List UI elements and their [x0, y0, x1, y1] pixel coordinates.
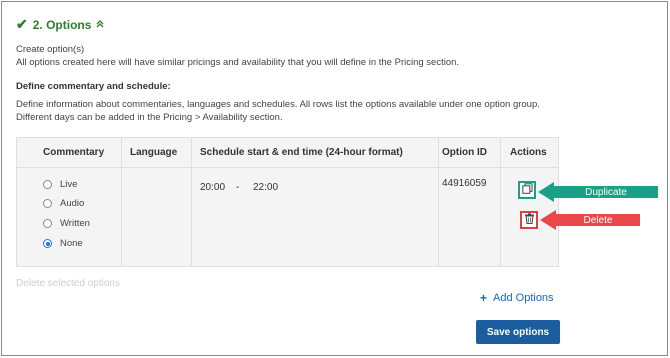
chevron-up-icon[interactable]	[96, 19, 104, 30]
delete-selected-options-link[interactable]: Delete selected options	[16, 278, 120, 289]
commentary-description: Define information about commentaries, l…	[16, 98, 540, 124]
commentary-heading: Define commentary and schedule:	[16, 81, 171, 92]
header-commentary: Commentary	[43, 147, 105, 158]
options-panel: ✔ 2. Options Create option(s) All option…	[1, 1, 668, 356]
schedule-start-time[interactable]: 20:00	[200, 182, 225, 193]
commentary-desc-line-1: Define information about commentaries, l…	[16, 99, 540, 110]
header-schedule: Schedule start & end time (24-hour forma…	[200, 147, 403, 158]
commentary-desc-line-2: Different days can be added in the Prici…	[16, 112, 283, 123]
add-options-link[interactable]: + Add Options	[480, 291, 554, 305]
radio-button[interactable]	[43, 219, 52, 228]
copy-icon	[521, 181, 533, 199]
header-option-id: Option ID	[442, 147, 487, 158]
intro-line-2: All options created here will have simil…	[16, 56, 460, 68]
duplicate-button[interactable]	[518, 181, 536, 199]
delete-button[interactable]	[520, 211, 538, 229]
header-language: Language	[130, 147, 178, 158]
commentary-radio-none[interactable]: None	[43, 238, 83, 249]
save-options-button[interactable]: Save options	[476, 320, 560, 344]
commentary-radio-audio[interactable]: Audio	[43, 198, 84, 209]
schedule-end-time[interactable]: 22:00	[253, 182, 278, 193]
commentary-radio-written[interactable]: Written	[43, 218, 90, 229]
radio-button-selected[interactable]	[43, 239, 52, 248]
commentary-radio-live[interactable]: Live	[43, 179, 77, 190]
duplicate-callout: Duplicate	[538, 182, 658, 202]
radio-label: Written	[60, 218, 90, 229]
options-table: Commentary Language Schedule start & end…	[16, 137, 559, 267]
schedule-separator: -	[236, 182, 240, 193]
duplicate-callout-label: Duplicate	[585, 186, 627, 198]
intro-line-1: Create option(s)	[16, 44, 85, 55]
add-options-label: Add Options	[493, 292, 554, 304]
delete-callout-label: Delete	[583, 214, 613, 226]
delete-callout: Delete	[540, 210, 640, 230]
section-header[interactable]: ✔ 2. Options	[16, 16, 104, 33]
radio-label: Audio	[60, 198, 85, 209]
radio-label: None	[60, 238, 83, 249]
intro-text: Create option(s) All options created her…	[16, 44, 459, 69]
radio-label: Live	[60, 179, 78, 190]
plus-icon: +	[480, 291, 488, 305]
radio-button[interactable]	[43, 180, 52, 189]
check-icon: ✔	[16, 16, 28, 32]
section-title: 2. Options	[32, 17, 92, 32]
radio-button[interactable]	[43, 199, 52, 208]
header-actions: Actions	[510, 147, 547, 158]
option-id-value: 44916059	[442, 178, 487, 189]
trash-icon	[524, 211, 535, 229]
